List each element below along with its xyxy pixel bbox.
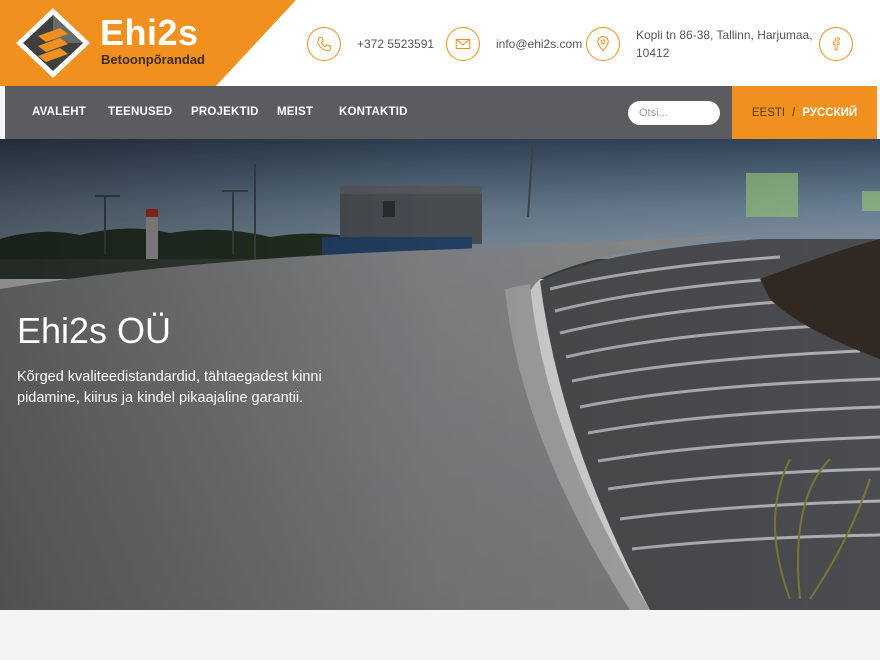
nav-item-kontaktid[interactable]: KONTAKTID [339, 86, 408, 139]
content-area [0, 610, 880, 660]
facebook-icon[interactable] [819, 27, 853, 61]
phone-icon [307, 27, 341, 61]
brand-subtitle: Betoonpõrandad [101, 52, 205, 67]
nav-item-avaleht[interactable]: AVALEHT [32, 86, 86, 139]
address-line-1: Kopli tn 86-38, Tallinn, Harjumaa, [636, 28, 813, 42]
hero-banner: Ehi2s OÜ Kõrged kvaliteedistandardid, tä… [0, 139, 880, 610]
hero-title: Ehi2s OÜ [17, 310, 172, 351]
language-separator: / [792, 106, 796, 119]
language-switcher: EESTI / РУССКИЙ [732, 86, 877, 139]
main-nav: AVALEHT TEENUSED PROJEKTID MEIST KONTAKT… [5, 86, 732, 139]
address-line-2: 10412 [636, 46, 670, 60]
brand-name: Ehi2s [100, 12, 199, 53]
map-pin-icon [586, 27, 620, 61]
language-estonian[interactable]: EESTI [752, 107, 785, 119]
mail-icon [446, 27, 480, 61]
hero-description: Kõrged kvaliteedistandardid, tähtaegades… [17, 369, 322, 406]
site-header: Ehi2s Betoonpõrandad +372 5523591 info@e… [0, 0, 880, 86]
brand-block[interactable]: Ehi2s Betoonpõrandad [0, 0, 296, 86]
nav-item-teenused[interactable]: TEENUSED [108, 86, 172, 139]
address: Kopli tn 86-38, Tallinn, Harjumaa, 10412 [636, 26, 813, 62]
logo-icon [16, 8, 90, 78]
search-input[interactable] [628, 101, 720, 125]
nav-item-projektid[interactable]: PROJEKTID [191, 86, 259, 139]
phone-number[interactable]: +372 5523591 [357, 35, 434, 53]
language-russian[interactable]: РУССКИЙ [802, 107, 857, 119]
nav-item-meist[interactable]: MEIST [277, 86, 313, 139]
email-address[interactable]: info@ehi2s.com [496, 35, 582, 53]
